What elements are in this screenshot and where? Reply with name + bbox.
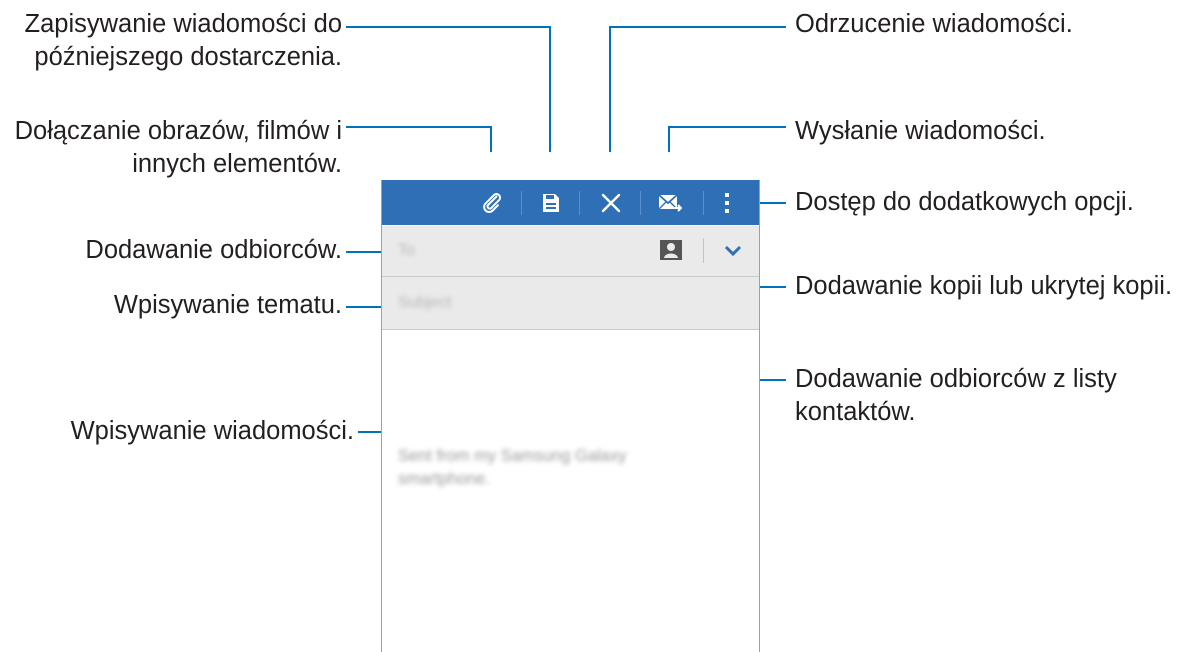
label-from-contacts: Dodawanie odbiorców z listy kontaktów. [795,363,1117,429]
label-discard-text: Odrzucenie wiadomości. [795,10,1073,38]
attach-button[interactable] [472,180,512,225]
label-discard: Odrzucenie wiadomości. [795,8,1073,41]
action-separator [703,191,704,215]
chevron-down-icon [724,245,742,257]
label-send: Wysłanie wiadomości. [795,115,1046,148]
send-icon [658,193,683,212]
label-contacts-line-1: Dodawanie odbiorców z listy [795,365,1117,393]
label-save-for-later: Zapisywanie wiadomości do późniejszego d… [25,8,342,74]
to-field[interactable]: To [382,226,759,277]
label-attach-line-2: innych elementów. [132,150,342,178]
label-contacts-line-2: kontaktów. [795,398,916,426]
save-icon [543,193,559,212]
label-cc-bcc-text: Dodawanie kopii lub ukrytej kopii. [795,272,1173,300]
label-enter-subject-text: Wpisywanie tematu. [113,291,342,319]
label-enter-subject: Wpisywanie tematu. [114,289,342,322]
action-separator [521,191,522,215]
field-separator [703,238,704,263]
callout-attach [346,126,492,152]
save-button[interactable] [531,180,571,225]
email-compose-screen: To Subject Sent from my Samsung Galaxy s… [381,180,760,652]
subject-field[interactable]: Subject [382,277,759,330]
label-save-line-1: Zapisywanie wiadomości do [24,10,342,38]
message-body[interactable]: Sent from my Samsung Galaxy smartphone. [398,445,708,491]
label-save-line-2: późniejszego dostarczenia. [34,43,342,71]
label-add-recipients-text: Dodawanie odbiorców. [85,236,342,264]
label-cc-bcc: Dodawanie kopii lub ukrytej kopii. [795,270,1172,303]
label-send-text: Wysłanie wiadomości. [795,117,1046,145]
action-bar [382,180,759,225]
label-enter-message: Wpisywanie wiadomości. [71,415,354,448]
send-button[interactable] [650,180,690,225]
subject-placeholder: Subject [398,294,452,311]
discard-button[interactable] [591,180,631,225]
action-separator [640,191,641,215]
callout-send [668,126,786,152]
callout-save [346,26,551,152]
more-options-button[interactable] [713,180,743,225]
label-attach-line-1: Dołączanie obrazów, filmów i [14,117,342,145]
more-options-icon [725,192,729,213]
discard-icon [601,193,621,212]
contacts-button[interactable] [659,239,683,261]
contact-icon [660,240,682,260]
label-more-options-text: Dostęp do dodatkowych opcji. [795,188,1134,216]
label-enter-message-text: Wpisywanie wiadomości. [70,417,354,445]
to-placeholder: To [398,242,415,259]
callout-discard [609,26,786,152]
expand-cc-bcc-button[interactable] [722,241,744,261]
label-add-recipients: Dodawanie odbiorców. [85,234,342,267]
attach-icon [483,192,502,213]
label-more-options: Dostęp do dodatkowych opcji. [795,186,1134,219]
action-separator [579,191,580,215]
label-attach: Dołączanie obrazów, filmów i innych elem… [15,115,342,181]
